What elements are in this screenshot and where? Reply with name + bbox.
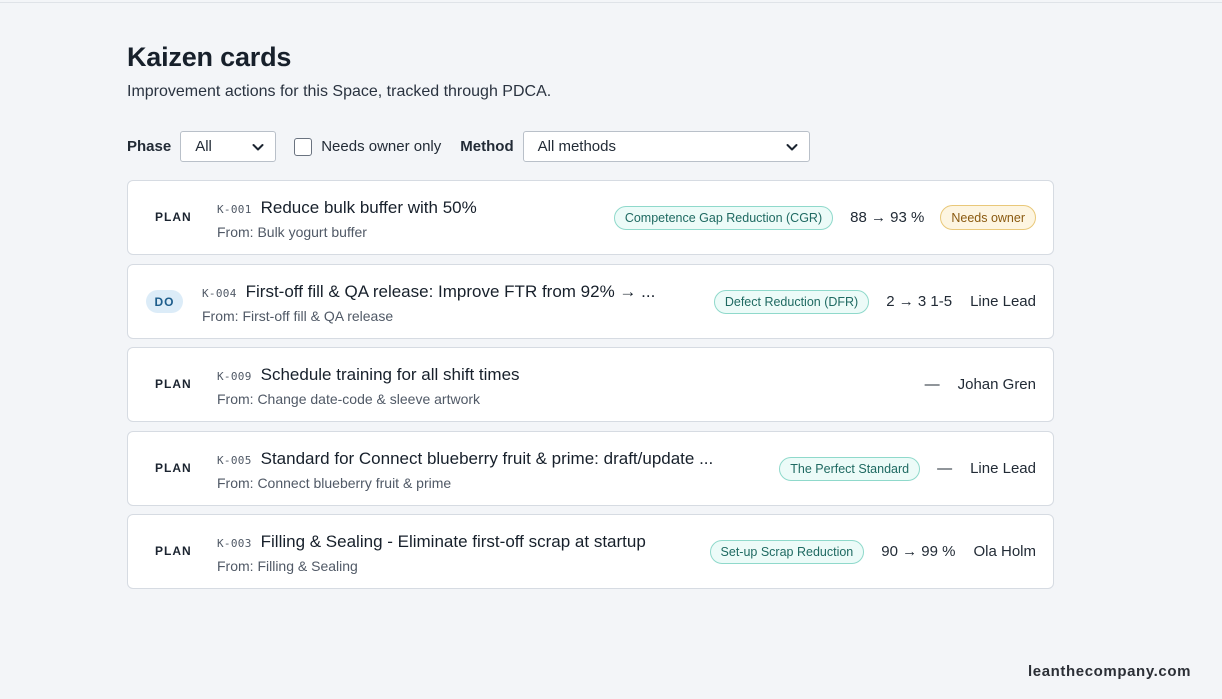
chevron-down-icon xyxy=(252,143,264,150)
phase-filter-label: Phase xyxy=(127,138,172,155)
card-owner: Johan Gren xyxy=(957,376,1036,393)
card-title-row: K-005 Standard for Connect blueberry fru… xyxy=(217,449,713,469)
method-chip: Set-up Scrap Reduction xyxy=(709,539,865,564)
method-chip: Defect Reduction (DFR) xyxy=(713,289,870,314)
card-owner: Ola Holm xyxy=(973,543,1036,560)
card-title: Standard for Connect blueberry fruit & p… xyxy=(260,449,714,468)
card-id: K-004 xyxy=(202,287,237,300)
card-source: From: First-off fill & QA release xyxy=(202,308,394,324)
card-meta: — Johan Gren xyxy=(908,348,1036,421)
card-meta: Competence Gap Reduction (CGR) 88 → 93 %… xyxy=(613,181,1036,254)
method-select-value: All methods xyxy=(537,138,616,155)
card-owner: Line Lead xyxy=(970,293,1036,310)
card-title: Reduce bulk buffer with 50% xyxy=(260,198,477,217)
card-metric: 2 → 3 1-5 xyxy=(886,293,953,310)
phase-badge: DO xyxy=(146,290,183,313)
card-title-row: K-001 Reduce bulk buffer with 50% xyxy=(217,198,477,218)
needs-owner-label[interactable]: Needs owner only xyxy=(321,138,441,155)
kaizen-card[interactable]: PLAN K-005 Standard for Connect blueberr… xyxy=(127,431,1054,506)
card-source: From: Change date-code & sleeve artwork xyxy=(217,391,481,407)
card-title-row: K-009 Schedule training for all shift ti… xyxy=(217,365,520,385)
card-main: K-004 First-off fill & QA release: Impro… xyxy=(202,282,655,324)
needs-owner-badge[interactable]: Needs owner xyxy=(940,205,1036,230)
card-id: K-001 xyxy=(217,203,252,216)
card-meta: The Perfect Standard — Line Lead xyxy=(779,432,1036,505)
kaizen-card[interactable]: PLAN K-001 Reduce bulk buffer with 50% F… xyxy=(127,180,1054,255)
card-source: From: Connect blueberry fruit & prime xyxy=(217,475,452,491)
card-title: Filling & Sealing - Eliminate first-off … xyxy=(260,532,646,551)
card-meta: Defect Reduction (DFR) 2 → 3 1-5 Line Le… xyxy=(713,265,1036,338)
method-select[interactable]: All methods xyxy=(522,131,810,162)
method-chip: The Perfect Standard xyxy=(779,456,921,481)
card-source: From: Bulk yogurt buffer xyxy=(217,224,367,240)
phase-badge: PLAN xyxy=(155,544,192,558)
card-meta: Set-up Scrap Reduction 90 → 99 % Ola Hol… xyxy=(709,515,1036,588)
card-metric: 88 → 93 % xyxy=(850,209,925,226)
phase-badge: PLAN xyxy=(155,461,192,475)
card-main: K-001 Reduce bulk buffer with 50% From: … xyxy=(217,198,477,240)
card-main: K-003 Filling & Sealing - Eliminate firs… xyxy=(217,532,646,574)
card-metric: — xyxy=(924,376,940,393)
phase-badge: PLAN xyxy=(155,377,192,391)
card-metric: — xyxy=(937,460,953,477)
kaizen-card[interactable]: DO K-004 First-off fill & QA release: Im… xyxy=(127,264,1054,339)
card-id: K-005 xyxy=(217,454,252,467)
card-title-row: K-003 Filling & Sealing - Eliminate firs… xyxy=(217,532,646,552)
top-border xyxy=(0,2,1222,3)
chevron-down-icon xyxy=(786,143,798,150)
needs-owner-checkbox[interactable] xyxy=(294,137,313,156)
card-owner: Line Lead xyxy=(970,460,1036,477)
phase-badge: PLAN xyxy=(155,210,192,224)
card-source: From: Filling & Sealing xyxy=(217,558,358,574)
phase-select[interactable]: All xyxy=(180,131,277,162)
page-title: Kaizen cards xyxy=(127,42,292,72)
card-metric: 90 → 99 % xyxy=(881,543,956,560)
card-title: Schedule training for all shift times xyxy=(260,365,520,384)
card-main: K-009 Schedule training for all shift ti… xyxy=(217,365,520,407)
method-filter-label: Method xyxy=(460,138,514,155)
filter-bar: Phase All Needs owner only Method All me… xyxy=(127,131,810,162)
method-chip: Competence Gap Reduction (CGR) xyxy=(613,205,834,230)
kaizen-card[interactable]: PLAN K-003 Filling & Sealing - Eliminate… xyxy=(127,514,1054,589)
card-id: K-003 xyxy=(217,537,252,550)
card-title: First-off fill & QA release: Improve FTR… xyxy=(245,282,656,301)
card-title-row: K-004 First-off fill & QA release: Impro… xyxy=(202,282,655,302)
phase-select-value: All xyxy=(195,138,212,155)
watermark-logo: leanthecompany.com xyxy=(1028,663,1192,680)
card-id: K-009 xyxy=(217,370,252,383)
page-subtitle: Improvement actions for this Space, trac… xyxy=(127,83,552,100)
card-main: K-005 Standard for Connect blueberry fru… xyxy=(217,449,713,491)
kaizen-card[interactable]: PLAN K-009 Schedule training for all shi… xyxy=(127,347,1054,422)
